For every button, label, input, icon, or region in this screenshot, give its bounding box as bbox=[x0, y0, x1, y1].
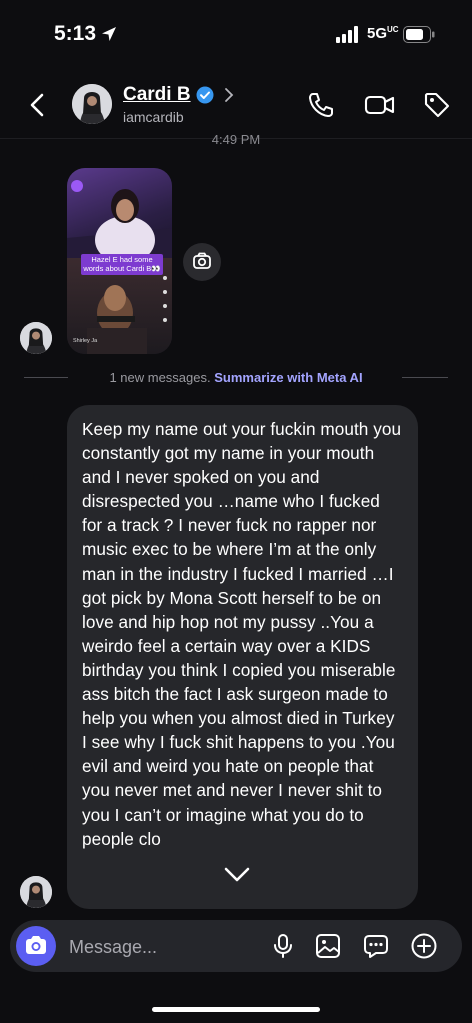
chat-bubble-icon[interactable] bbox=[362, 932, 390, 960]
battery-icon bbox=[403, 26, 435, 43]
sender-avatar[interactable] bbox=[20, 876, 52, 908]
message-text: Keep my name out your fuckin mouth you c… bbox=[82, 419, 402, 849]
message-composer bbox=[10, 920, 462, 972]
camera-button[interactable] bbox=[16, 926, 56, 966]
contact-avatar[interactable] bbox=[72, 84, 112, 124]
divider-line-right bbox=[402, 377, 448, 378]
contact-name[interactable]: Cardi B bbox=[123, 84, 191, 106]
phone-icon[interactable] bbox=[306, 90, 336, 120]
chat-header: Cardi B iamcardib bbox=[0, 74, 472, 139]
message-timestamp: 4:49 PM bbox=[211, 132, 261, 147]
message-input[interactable] bbox=[67, 934, 271, 960]
status-bar: 5:13 5GUC bbox=[0, 0, 472, 70]
location-arrow-icon bbox=[100, 25, 118, 43]
tag-icon[interactable] bbox=[422, 90, 452, 120]
camera-icon bbox=[26, 936, 46, 954]
new-messages-divider: 1 new messages. Summarize with Meta AI bbox=[0, 368, 472, 388]
plus-circle-icon[interactable] bbox=[410, 932, 438, 960]
message-bubble[interactable]: Keep my name out your fuckin mouth you c… bbox=[67, 405, 418, 909]
reel-thumbnail-top bbox=[67, 168, 172, 258]
cell-signal-icon bbox=[336, 26, 360, 44]
chevron-right-icon[interactable] bbox=[223, 87, 235, 103]
status-time: 5:13 bbox=[54, 22, 97, 45]
home-indicator bbox=[152, 1007, 320, 1012]
contact-name-row[interactable]: Cardi B bbox=[123, 84, 235, 106]
microphone-icon[interactable] bbox=[269, 932, 297, 960]
summarize-meta-ai-link[interactable]: Summarize with Meta AI bbox=[214, 370, 362, 385]
chevron-left-icon[interactable] bbox=[26, 90, 50, 120]
verified-badge-icon bbox=[196, 86, 214, 104]
reel-author: Shirley Ja bbox=[73, 338, 98, 344]
image-icon[interactable] bbox=[314, 932, 342, 960]
sender-avatar[interactable] bbox=[20, 322, 52, 354]
reel-caption: Hazel E had some words about Cardi B👀 bbox=[81, 254, 163, 276]
share-reel-button[interactable] bbox=[183, 243, 221, 281]
video-camera-icon[interactable] bbox=[364, 90, 396, 120]
chevron-down-icon[interactable] bbox=[221, 860, 253, 888]
contact-handle: iamcardib bbox=[123, 109, 184, 125]
shared-reel-preview[interactable]: Hazel E had some words about Cardi B👀 Sh… bbox=[67, 168, 172, 354]
camera-share-icon bbox=[193, 252, 211, 269]
network-label: 5GUC bbox=[367, 25, 399, 42]
